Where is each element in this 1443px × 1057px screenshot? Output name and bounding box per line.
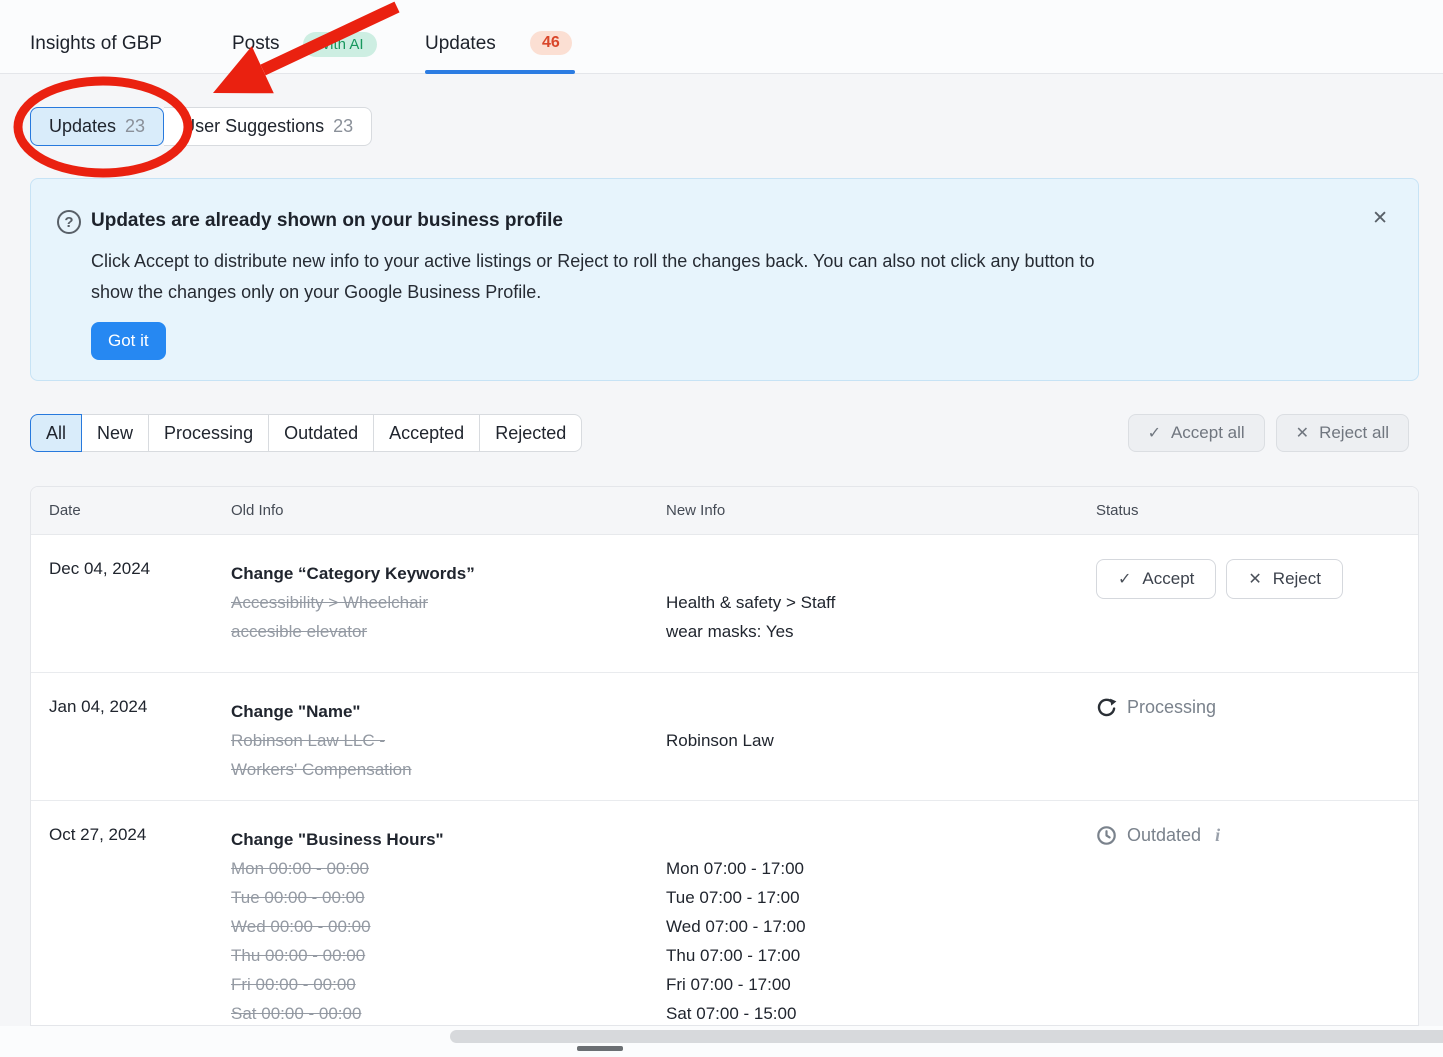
old-info-line: Robinson Law LLC - (231, 726, 651, 755)
filter-accepted[interactable]: Accepted (373, 414, 480, 452)
banner-title: Updates are already shown on your busine… (91, 210, 563, 232)
column-header-old-info: Old Info (231, 487, 284, 535)
subtab-updates-count: 23 (125, 116, 145, 137)
column-header-status: Status (1096, 487, 1139, 535)
column-header-new-info: New Info (666, 487, 725, 535)
old-info-line: accesible elevator (231, 617, 651, 646)
check-icon: ✓ (1118, 569, 1131, 589)
horizontal-scrollbar-thumb[interactable] (450, 1030, 1443, 1043)
new-info-line: wear masks: Yes (666, 617, 1066, 646)
subtab-suggestions-label: User Suggestions (182, 116, 324, 137)
new-info-line: Sat 07:00 - 15:00 (666, 999, 1066, 1026)
bulk-actions: ✓ Accept all ✕ Reject all (1128, 414, 1409, 452)
subtab-suggestions-count: 23 (333, 116, 353, 137)
old-info-line: Tue 00:00 - 00:00 (231, 883, 651, 912)
reject-all-button[interactable]: ✕ Reject all (1276, 414, 1409, 452)
new-info-line: Health & safety > Staff (666, 588, 1066, 617)
updates-table: Date Old Info New Info Status Dec 04, 20… (30, 486, 1419, 1026)
old-info-line: Wed 00:00 - 00:00 (231, 912, 651, 941)
status-label: Processing (1127, 697, 1216, 718)
filter-processing[interactable]: Processing (148, 414, 269, 452)
row-old-info: Change “Category Keywords” Accessibility… (231, 559, 651, 646)
change-title: Change "Business Hours" (231, 825, 651, 854)
banner-body: Click Accept to distribute new info to y… (91, 246, 1351, 308)
subtab-updates-label: Updates (49, 116, 116, 137)
subtab-updates[interactable]: Updates 23 (30, 107, 164, 146)
banner-body-line2: show the changes only on your Google Bus… (91, 277, 1351, 308)
reject-button[interactable]: ✕ Reject (1226, 559, 1343, 599)
banner-close-icon[interactable]: ✕ (1372, 207, 1388, 230)
filter-all[interactable]: All (30, 414, 82, 452)
new-info-line: Thu 07:00 - 17:00 (666, 941, 1066, 970)
table-row: Dec 04, 2024 Change “Category Keywords” … (31, 535, 1418, 673)
row-date: Oct 27, 2024 (49, 825, 146, 845)
new-info-line: Fri 07:00 - 17:00 (666, 970, 1066, 999)
status-label: Outdated (1127, 825, 1201, 846)
new-info-line: Tue 07:00 - 17:00 (666, 883, 1066, 912)
updates-count-badge: 46 (530, 31, 572, 55)
column-header-date: Date (49, 487, 81, 535)
reject-all-label: Reject all (1319, 423, 1389, 443)
table-row: Oct 27, 2024 Change "Business Hours" Mon… (31, 801, 1418, 1026)
help-circle-icon: ? (57, 210, 81, 234)
subtab-user-suggestions[interactable]: User Suggestions 23 (164, 107, 372, 146)
table-row: Jan 04, 2024 Change "Name" Robinson Law … (31, 673, 1418, 801)
old-info-line: Fri 00:00 - 00:00 (231, 970, 651, 999)
accept-all-button[interactable]: ✓ Accept all (1128, 414, 1265, 452)
row-new-info: Health & safety > Staff wear masks: Yes (666, 559, 1066, 646)
accept-button[interactable]: ✓ Accept (1096, 559, 1216, 599)
old-info-line: Sat 00:00 - 00:00 (231, 999, 651, 1026)
table-header: Date Old Info New Info Status (31, 487, 1418, 535)
active-tab-underline (425, 70, 575, 74)
gbp-updates-page: Insights of GBP Posts With AI Updates 46… (0, 0, 1443, 1057)
tab-posts[interactable]: Posts (232, 33, 280, 55)
row-new-info: Robinson Law (666, 697, 1066, 755)
filter-new[interactable]: New (81, 414, 149, 452)
row-date: Jan 04, 2024 (49, 697, 147, 717)
info-icon[interactable]: i (1215, 825, 1220, 846)
got-it-button[interactable]: Got it (91, 322, 166, 360)
row-old-info: Change "Name" Robinson Law LLC - Workers… (231, 697, 651, 784)
change-title: Change "Name" (231, 697, 651, 726)
check-icon: ✓ (1148, 423, 1161, 443)
status-filter-group: All New Processing Outdated Accepted Rej… (30, 414, 582, 452)
tab-updates[interactable]: Updates (425, 33, 496, 55)
new-info-line: Wed 07:00 - 17:00 (666, 912, 1066, 941)
outdated-clock-icon (1096, 825, 1117, 846)
info-banner: ? Updates are already shown on your busi… (30, 178, 1419, 381)
accept-label: Accept (1142, 569, 1194, 589)
old-info-line: Workers' Compensation (231, 755, 651, 784)
old-info-line: Mon 00:00 - 00:00 (231, 854, 651, 883)
row-date: Dec 04, 2024 (49, 559, 150, 579)
banner-body-line1: Click Accept to distribute new info to y… (91, 246, 1351, 277)
accept-all-label: Accept all (1171, 423, 1245, 443)
subtab-switcher: Updates 23 User Suggestions 23 (30, 107, 372, 146)
processing-refresh-icon (1096, 697, 1117, 718)
filter-outdated[interactable]: Outdated (268, 414, 374, 452)
filter-rejected[interactable]: Rejected (479, 414, 582, 452)
row-status: Processing (1096, 697, 1216, 718)
row-status: Outdated i (1096, 825, 1220, 846)
reject-label: Reject (1273, 569, 1321, 589)
cross-icon: ✕ (1296, 423, 1309, 443)
old-info-line: Accessibility > Wheelchair (231, 588, 651, 617)
change-title: Change “Category Keywords” (231, 559, 651, 588)
row-status: ✓ Accept ✕ Reject (1096, 559, 1343, 599)
new-info-line: Mon 07:00 - 17:00 (666, 854, 1066, 883)
row-new-info: Mon 07:00 - 17:00 Tue 07:00 - 17:00 Wed … (666, 825, 1066, 1026)
top-tab-bar: Insights of GBP Posts With AI Updates 46 (0, 0, 1443, 74)
row-old-info: Change "Business Hours" Mon 00:00 - 00:0… (231, 825, 651, 1026)
resize-handle[interactable] (577, 1046, 623, 1051)
cross-icon: ✕ (1248, 569, 1261, 589)
tab-insights-of-gbp[interactable]: Insights of GBP (30, 33, 162, 55)
new-info-line: Robinson Law (666, 726, 1066, 755)
with-ai-badge: With AI (303, 32, 377, 57)
old-info-line: Thu 00:00 - 00:00 (231, 941, 651, 970)
